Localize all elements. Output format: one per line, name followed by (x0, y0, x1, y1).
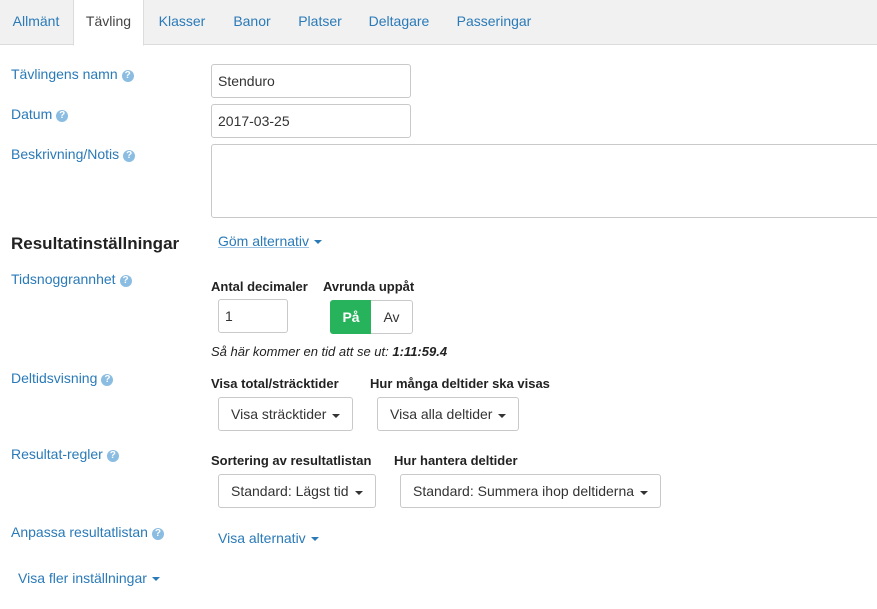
tab-bar: Allmänt Tävling Klasser Banor Platser De… (0, 0, 877, 46)
tab-banor[interactable]: Banor (224, 0, 280, 45)
help-icon[interactable]: ? (123, 150, 136, 162)
caret-down-icon (640, 491, 649, 495)
time-format-example: Så här kommer en tid att se ut: 1:11:59.… (211, 344, 448, 359)
show-options-link[interactable]: Visa alternativ (218, 530, 319, 546)
round-up-label: Avrunda uppåt (323, 279, 415, 294)
result-rules-label: Resultat-regler? (11, 446, 119, 462)
time-format-example-value: 1:11:59.4 (392, 344, 448, 359)
decimals-label: Antal decimaler (211, 279, 308, 294)
split-count-dropdown[interactable]: Visa alla deltider (377, 397, 520, 431)
caret-down-icon (332, 414, 341, 418)
tab-allmant[interactable]: Allmänt (0, 0, 72, 45)
sort-dropdown[interactable]: Standard: Lägst tid (218, 474, 376, 508)
round-up-off-button[interactable]: Av (371, 300, 413, 334)
tab-tavling[interactable]: Tävling (73, 0, 144, 46)
split-count-label: Hur många deltider ska visas (370, 376, 550, 391)
customize-results-label: Anpassa resultatlistan? (11, 524, 164, 540)
results-section-title: Resultatinställningar (11, 234, 180, 253)
handle-splits-dropdown[interactable]: Standard: Summera ihop deltiderna (400, 474, 662, 508)
time-precision-label: Tidsnoggrannhet? (11, 271, 132, 287)
date-label: Datum? (11, 106, 69, 122)
round-up-on-button[interactable]: På (330, 300, 372, 334)
caret-down-icon (354, 491, 363, 495)
name-input[interactable] (211, 64, 411, 98)
split-display-label: Deltidsvisning? (11, 370, 114, 386)
tab-deltagare[interactable]: Deltagare (360, 0, 438, 45)
sort-label: Sortering av resultatlistan (211, 453, 372, 468)
help-icon[interactable]: ? (151, 528, 164, 540)
total-splits-label: Visa total/sträcktider (211, 376, 339, 391)
name-label: Tävlingens namn? (11, 66, 134, 82)
help-icon[interactable]: ? (106, 450, 119, 462)
help-icon[interactable]: ? (56, 110, 69, 122)
tab-passeringar[interactable]: Passeringar (448, 0, 540, 45)
more-settings-link[interactable]: Visa fler inställningar (18, 570, 160, 586)
help-icon[interactable]: ? (101, 374, 114, 386)
caret-down-icon (151, 577, 160, 581)
date-input[interactable] (211, 104, 411, 138)
tab-klasser[interactable]: Klasser (150, 0, 214, 45)
caret-down-icon (498, 414, 507, 418)
help-icon[interactable]: ? (119, 275, 132, 287)
total-splits-dropdown[interactable]: Visa sträcktider (218, 397, 354, 431)
description-label: Beskrivning/Notis? (11, 146, 136, 162)
description-textarea[interactable] (211, 144, 877, 218)
caret-down-icon (310, 537, 319, 541)
help-icon[interactable]: ? (121, 70, 134, 82)
tab-platser[interactable]: Platser (290, 0, 350, 45)
caret-down-icon (314, 240, 323, 244)
hide-options-link[interactable]: Göm alternativ (218, 233, 323, 249)
decimals-input[interactable] (218, 299, 288, 333)
handle-splits-label: Hur hantera deltider (394, 453, 518, 468)
